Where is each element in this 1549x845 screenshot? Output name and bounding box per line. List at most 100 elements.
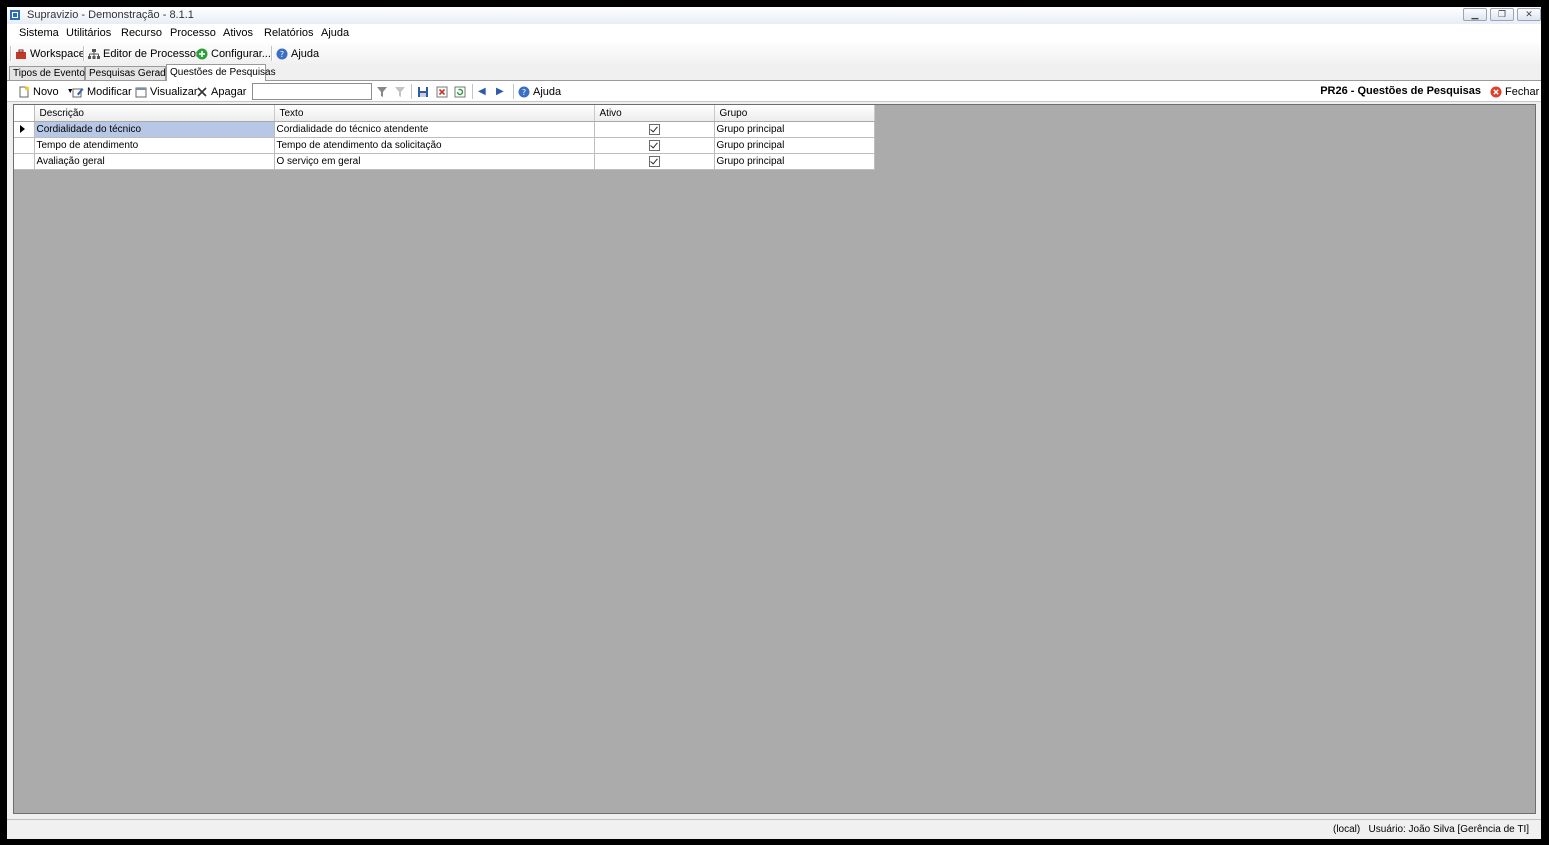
table-row[interactable]: Cordialidade do técnico Cordialidade do … <box>14 121 875 138</box>
table-row[interactable]: Avaliação geral O serviço em geral Grupo… <box>14 153 875 170</box>
column-header-descricao[interactable]: Descrição <box>34 105 275 122</box>
tab-pesquisas-geradas[interactable]: Pesquisas Geradas <box>85 66 176 80</box>
svg-text:?: ? <box>280 50 284 59</box>
column-header-ativo[interactable]: Ativo <box>594 105 715 122</box>
arrow-right-icon: ▶ <box>496 86 504 97</box>
fechar-button[interactable]: Fechar <box>1490 84 1539 99</box>
save-icon <box>418 86 428 97</box>
ajuda-main-button[interactable]: ? Ajuda <box>276 46 319 61</box>
data-grid-area: Descrição Texto Ativo Grupo Cordialidade… <box>13 104 1536 814</box>
svg-text:?: ? <box>522 88 526 97</box>
toolbar-separator <box>472 84 474 99</box>
current-row-arrow-icon <box>20 125 25 134</box>
menu-ajuda[interactable]: Ajuda <box>321 27 349 39</box>
menu-recurso[interactable]: Recurso <box>121 27 162 39</box>
editor-processos-button[interactable]: Editor de Processos <box>88 46 201 61</box>
column-header-grupo[interactable]: Grupo <box>714 105 875 122</box>
toolbar-separator <box>271 46 273 61</box>
modificar-label: Modificar <box>87 85 132 98</box>
cell-texto[interactable]: Tempo de atendimento da solicitação <box>274 137 595 154</box>
filter-input[interactable] <box>252 83 372 100</box>
add-circle-icon <box>196 48 208 59</box>
previous-button[interactable]: ◀ <box>478 84 486 99</box>
close-icon: ✕ <box>1525 9 1533 19</box>
tab-tipos-de-eventos[interactable]: Tipos de Eventos <box>9 66 90 80</box>
ajuda-screen-button[interactable]: ? Ajuda <box>518 84 561 99</box>
workspace-button[interactable]: Workspace <box>15 46 85 61</box>
menu-bar: Sistema Utilitários Recurso Processo Ati… <box>7 24 1541 44</box>
toolbar-grip <box>10 46 12 61</box>
close-circle-icon <box>1490 86 1502 97</box>
tab-questoes-de-pesquisas[interactable]: Questões de Pesquisas <box>166 64 276 81</box>
ajuda-screen-label: Ajuda <box>533 85 562 98</box>
title-bar: Supravizio - Demonstração - 8.1.1 ▁ ❐ ✕ <box>7 7 1541 25</box>
menu-processo[interactable]: Processo <box>170 27 216 39</box>
cell-texto[interactable]: O serviço em geral <box>274 153 595 170</box>
minimize-button[interactable]: ▁ <box>1463 8 1487 21</box>
grid-header-row: Descrição Texto Ativo Grupo <box>14 105 875 122</box>
ativo-checkbox[interactable] <box>648 139 660 151</box>
toolbar-separator <box>83 46 85 61</box>
new-document-icon <box>19 86 29 97</box>
configurar-label: Configurar... <box>211 47 271 60</box>
modificar-button[interactable]: Modificar <box>72 84 132 99</box>
save-button[interactable] <box>417 84 429 99</box>
cell-descricao[interactable]: Tempo de atendimento <box>34 137 275 154</box>
delete-icon <box>197 86 207 97</box>
row-selector[interactable] <box>14 137 35 154</box>
close-window-button[interactable]: ✕ <box>1517 8 1541 21</box>
restore-button[interactable]: ❐ <box>1490 8 1514 21</box>
table-row[interactable]: Tempo de atendimento Tempo de atendiment… <box>14 137 875 154</box>
apagar-button[interactable]: Apagar <box>196 84 246 99</box>
view-icon <box>135 87 147 97</box>
workspace-icon <box>16 49 26 59</box>
menu-relatorios[interactable]: Relatórios <box>264 27 314 39</box>
novo-label: Novo <box>33 85 59 98</box>
app-logo-icon <box>10 10 20 20</box>
help-icon: ? <box>518 86 530 97</box>
cell-grupo[interactable]: Grupo principal <box>714 137 875 154</box>
clear-filter-icon <box>395 86 405 97</box>
edit-icon <box>72 87 84 97</box>
status-bar: (local) Usuário: João Silva [Gerência de… <box>7 819 1541 839</box>
menu-ativos[interactable]: Ativos <box>223 27 253 39</box>
cell-texto[interactable]: Cordialidade do técnico atendente <box>274 121 595 138</box>
refresh-button[interactable] <box>454 84 466 99</box>
cell-descricao[interactable]: Cordialidade do técnico <box>34 121 275 138</box>
configurar-button[interactable]: Configurar... <box>196 46 271 61</box>
row-selector[interactable] <box>14 153 35 170</box>
restore-icon: ❐ <box>1497 9 1507 19</box>
row-header-corner <box>14 105 35 122</box>
visualizar-button[interactable]: Visualizar <box>135 84 198 99</box>
clear-filter-button[interactable] <box>394 84 406 99</box>
document-tabs: Tipos de Eventos Pesquisas Geradas Quest… <box>7 64 1541 81</box>
ativo-checkbox[interactable] <box>648 155 660 167</box>
window-title: Supravizio - Demonstração - 8.1.1 <box>27 9 194 21</box>
column-header-texto[interactable]: Texto <box>274 105 595 122</box>
cancel-icon <box>436 86 448 97</box>
novo-button[interactable]: Novo ▼ <box>18 84 74 99</box>
help-icon: ? <box>276 48 288 59</box>
minimize-icon: ▁ <box>1471 9 1479 19</box>
apagar-label: Apagar <box>211 85 247 98</box>
cell-ativo[interactable] <box>594 137 715 154</box>
cell-ativo[interactable] <box>594 153 715 170</box>
toolbar-separator <box>411 84 413 99</box>
cell-descricao[interactable]: Avaliação geral <box>34 153 275 170</box>
status-text: (local) Usuário: João Silva [Gerência de… <box>1332 824 1529 835</box>
ativo-checkbox[interactable] <box>648 123 660 135</box>
cell-grupo[interactable]: Grupo principal <box>714 121 875 138</box>
ajuda-main-label: Ajuda <box>291 47 320 60</box>
row-selector[interactable] <box>14 121 35 138</box>
cell-ativo[interactable] <box>594 121 715 138</box>
menu-sistema[interactable]: Sistema <box>19 27 59 39</box>
questions-grid: Descrição Texto Ativo Grupo Cordialidade… <box>14 105 875 170</box>
screen-title: PR26 - Questões de Pesquisas <box>1320 85 1481 97</box>
arrow-left-icon: ◀ <box>478 86 486 97</box>
menu-utilitarios[interactable]: Utilitários <box>66 27 111 39</box>
cell-grupo[interactable]: Grupo principal <box>714 153 875 170</box>
next-button[interactable]: ▶ <box>496 84 504 99</box>
cancel-button[interactable] <box>436 84 448 99</box>
workspace-label: Workspace <box>30 47 85 60</box>
filter-button[interactable] <box>376 84 388 99</box>
